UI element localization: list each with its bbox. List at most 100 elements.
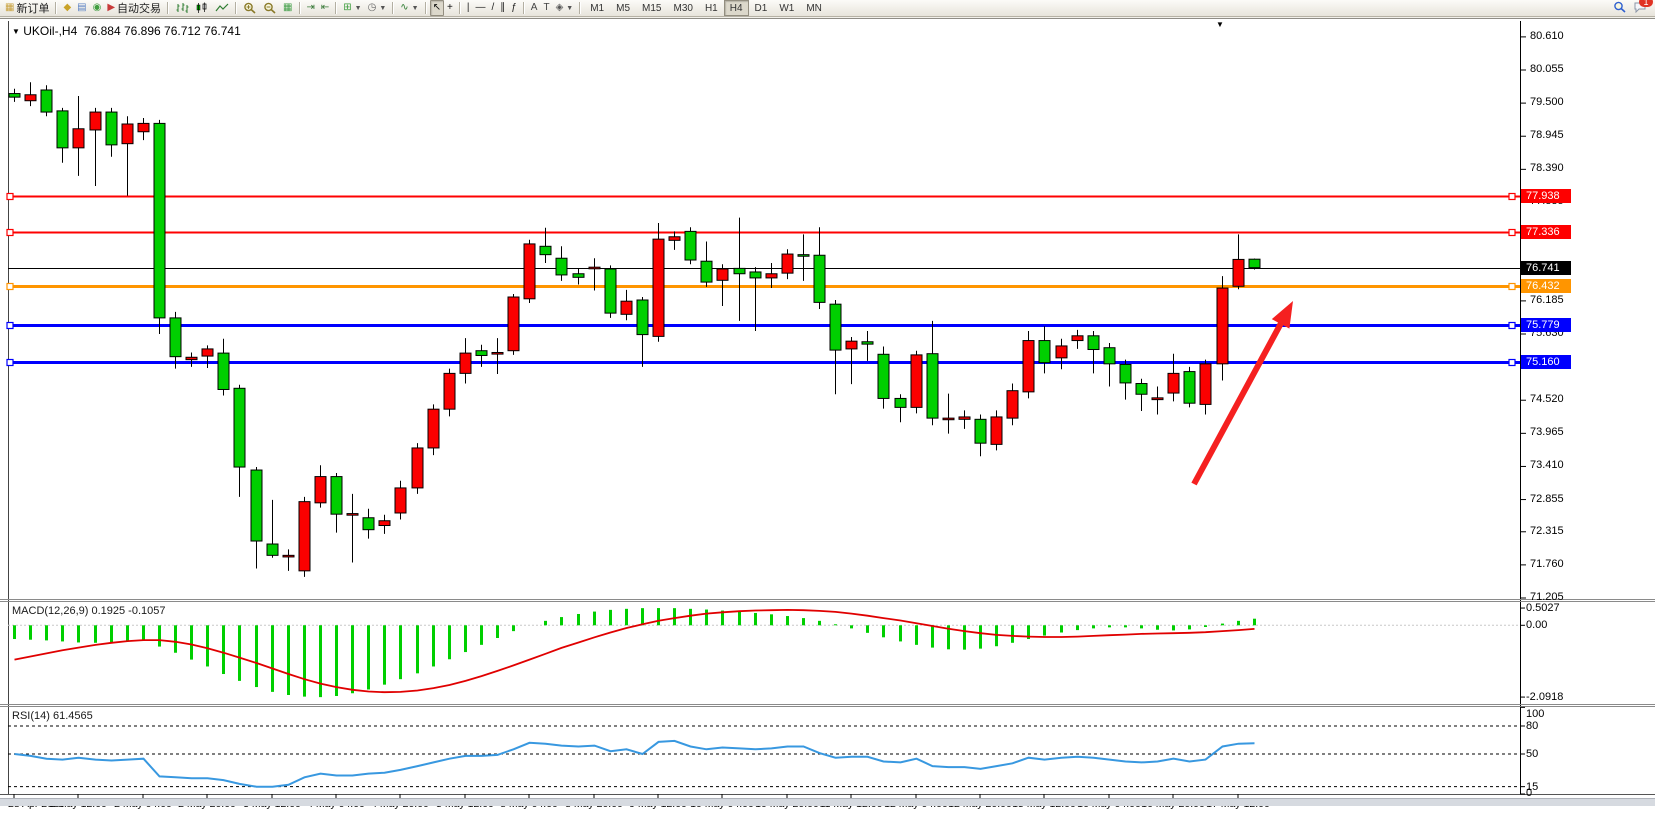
indicators-button[interactable]: ∿▼	[397, 0, 421, 16]
toolbar-separator	[335, 2, 337, 14]
candle-body	[573, 274, 584, 278]
crosshair-button[interactable]: +	[444, 0, 456, 16]
market-watch-button[interactable]: ◆	[60, 0, 74, 16]
candle-body	[959, 417, 970, 419]
toolbar-separator	[392, 2, 394, 14]
candle-body	[138, 123, 149, 131]
chart-canvas[interactable]	[0, 19, 1655, 823]
toolbar-group: ⊞▼◷▼	[340, 0, 389, 16]
chart-shift-marker-icon[interactable]: ▼	[1216, 20, 1224, 29]
chart-shift-button[interactable]: ⇤	[318, 0, 332, 16]
toolbar-separator	[425, 2, 427, 14]
new-chart-button[interactable]: ⊞▼	[340, 0, 364, 16]
line-handle[interactable]	[1509, 194, 1515, 200]
candle-body	[734, 268, 745, 273]
timeframe-h1-button[interactable]: H1	[699, 0, 724, 16]
toolbar-group: ▦	[240, 0, 295, 16]
bars-icon	[175, 2, 189, 14]
new-chart-caret-icon[interactable]: ▼	[355, 5, 362, 12]
fibonacci-button[interactable]: ƒ	[508, 0, 520, 16]
zoomin-icon-shape	[251, 10, 255, 13]
candle-body	[814, 255, 825, 302]
timeframe-m1-button[interactable]: M1	[584, 0, 610, 16]
chart-window-button[interactable]: ▤	[74, 0, 89, 16]
candle-body	[1152, 398, 1163, 400]
zoomout-icon	[263, 2, 277, 14]
timeframe-m5-button[interactable]: M5	[610, 0, 636, 16]
timeframe-m30-button[interactable]: M30	[667, 0, 698, 16]
trendline-button[interactable]: /	[488, 0, 497, 16]
horizontal-line-button[interactable]: —	[472, 0, 488, 16]
timeframe-m15-button[interactable]: M15	[636, 0, 667, 16]
macd-signal-line	[15, 610, 1255, 692]
candle-body	[283, 555, 294, 557]
toolbar-group: ∿▼	[397, 0, 421, 16]
line-handle[interactable]	[7, 284, 13, 290]
indicators-caret-icon[interactable]: ▼	[412, 5, 419, 12]
profiles-button[interactable]: ◷▼	[365, 0, 390, 16]
line-chart-button[interactable]	[212, 0, 232, 16]
arrow-objects-button[interactable]: ◈▼	[553, 0, 577, 16]
candle-body	[701, 261, 712, 282]
new-order-button[interactable]: ▦新订单	[2, 0, 52, 16]
rsi-axis-label: 80	[1526, 720, 1538, 732]
chart-window[interactable]: ▼ UKOil-,H4 76.884 76.896 76.712 76.741 …	[0, 18, 1655, 823]
tile-windows-button[interactable]: ▦	[280, 0, 295, 16]
line-handle[interactable]	[7, 194, 13, 200]
candle-body	[444, 373, 455, 409]
search-icon	[1613, 1, 1627, 13]
toolbar-group: ◆▤ ◉▶自动交易	[60, 0, 164, 16]
toolbar-right-icons: 1	[1613, 1, 1653, 16]
chart-title: ▼ UKOil-,H4 76.884 76.896 76.712 76.741	[12, 24, 241, 38]
chart-window-icon: ▤	[77, 3, 86, 13]
candle-body	[862, 342, 873, 344]
autotrade-button[interactable]: ▶自动交易	[104, 0, 164, 16]
toolbar-separator	[55, 2, 57, 14]
timeframe-w1-button[interactable]: W1	[773, 0, 800, 16]
bar-chart-button[interactable]	[172, 0, 192, 16]
zoom-in-button[interactable]	[240, 0, 260, 16]
price-axis-label: 79.500	[1530, 96, 1564, 108]
sound-alert-button[interactable]: ◉	[90, 0, 105, 16]
line-handle[interactable]	[1509, 284, 1515, 290]
vertical-line-button[interactable]: |	[464, 0, 473, 16]
profiles-caret-icon[interactable]: ▼	[379, 5, 386, 12]
candle-body	[218, 353, 229, 389]
text-label-button[interactable]: T	[540, 0, 552, 16]
search-button[interactable]	[1613, 1, 1627, 16]
candlestick-chart-button[interactable]	[192, 0, 212, 16]
bars-icon-shape	[177, 3, 189, 13]
candle-body	[267, 544, 278, 555]
candle-body	[975, 419, 986, 443]
zoom-out-button[interactable]	[260, 0, 280, 16]
text-button[interactable]: A	[528, 0, 541, 16]
price-axis-label: 74.520	[1530, 393, 1564, 405]
line-handle[interactable]	[1509, 323, 1515, 329]
timeframe-d1-button[interactable]: D1	[749, 0, 774, 16]
line-handle[interactable]	[7, 323, 13, 329]
line-handle[interactable]	[7, 360, 13, 366]
candles-layer	[9, 82, 1260, 577]
candle-body	[621, 301, 632, 314]
candle-body	[1120, 364, 1131, 382]
line-handle[interactable]	[1509, 360, 1515, 366]
cursor-button[interactable]: ↖	[430, 0, 444, 16]
line-handle[interactable]	[1509, 230, 1515, 236]
notifications-button[interactable]: 1	[1633, 1, 1647, 16]
channel-button[interactable]: ∥	[497, 0, 508, 16]
arrow-objects-caret-icon[interactable]: ▼	[566, 5, 573, 12]
price-axis-label: 73.965	[1530, 426, 1564, 438]
candle-body	[170, 318, 181, 357]
timeframe-h4-button[interactable]: H4	[724, 0, 749, 16]
candle-body	[830, 304, 841, 350]
candle-body	[73, 129, 84, 148]
window-bottom-edge	[0, 798, 1655, 806]
symbol-dropdown-icon[interactable]: ▼	[12, 27, 20, 36]
chart-symbol-period: UKOil-,H4	[23, 24, 77, 38]
candle-body	[1072, 336, 1083, 341]
line-handle[interactable]	[7, 230, 13, 236]
timeframe-mn-button[interactable]: MN	[800, 0, 828, 16]
candles-icon	[195, 2, 209, 14]
price-axis-label: 80.055	[1530, 63, 1564, 75]
auto-scroll-button[interactable]: ⇥	[304, 0, 318, 16]
